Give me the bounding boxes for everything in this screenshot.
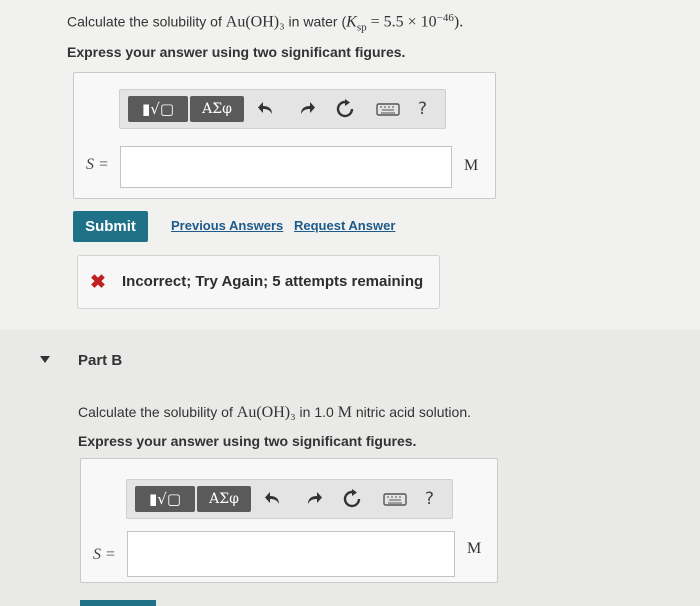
keyboard-icon[interactable] — [383, 489, 407, 509]
help-icon[interactable]: ? — [418, 99, 427, 119]
question-suffix: nitric acid solution. — [351, 404, 471, 420]
variable-label: S = — [86, 156, 109, 173]
ksp-symbol: K — [346, 13, 357, 31]
math-toolbar: ▮√▢ ΑΣφ ? — [119, 89, 446, 129]
submit-button[interactable]: Submit — [73, 211, 148, 242]
question-text-mid: in water ( — [284, 13, 347, 30]
previous-answers-link[interactable]: Previous Answers — [171, 218, 283, 233]
part-b-title[interactable]: Part B — [78, 352, 122, 369]
answer-input[interactable] — [127, 531, 455, 577]
collapse-caret-icon[interactable] — [40, 356, 50, 363]
redo-icon[interactable] — [303, 489, 323, 509]
question-text-mid: in 1.0 — [295, 404, 338, 420]
part-b-question: Calculate the solubility of Au(OH)₃ in 1… — [78, 404, 471, 422]
templates-button[interactable]: ▮√▢ — [128, 96, 188, 122]
compound-formula: Au(OH)₃ — [225, 13, 285, 31]
reset-icon[interactable] — [335, 99, 355, 119]
request-answer-link[interactable]: Request Answer — [294, 218, 395, 233]
math-toolbar: ▮√▢ ΑΣφ ? — [126, 479, 453, 519]
reset-icon[interactable] — [342, 489, 362, 509]
part-a-answer-box: ▮√▢ ΑΣφ ? S = M — [73, 72, 496, 199]
part-a-instruction: Express your answer using two significan… — [67, 44, 406, 60]
greek-symbols-button[interactable]: ΑΣφ — [190, 96, 244, 122]
part-b-submit-button-partial[interactable] — [80, 600, 156, 606]
question-text: Calculate the solubility of — [67, 13, 226, 30]
part-b-answer-box: ▮√▢ ΑΣφ ? S = M — [80, 458, 498, 583]
incorrect-icon: ✖ — [90, 272, 106, 293]
question-text: Calculate the solubility of — [78, 404, 237, 420]
help-icon[interactable]: ? — [425, 489, 434, 509]
feedback-text: Incorrect; Try Again; 5 attempts remaini… — [122, 273, 424, 290]
answer-input[interactable] — [120, 146, 452, 188]
ksp-value: = 5.5 × 10 — [366, 13, 437, 31]
undo-icon[interactable] — [264, 489, 284, 509]
concentration-unit: M — [337, 404, 352, 421]
templates-button[interactable]: ▮√▢ — [135, 486, 195, 512]
part-a-question: Calculate the solubility of Au(OH)₃ in w… — [67, 12, 463, 33]
undo-icon[interactable] — [257, 99, 277, 119]
unit-label: M — [464, 157, 479, 174]
unit-label: M — [467, 540, 482, 557]
redo-icon[interactable] — [296, 99, 316, 119]
keyboard-icon[interactable] — [376, 99, 400, 119]
ksp-exponent: −46 — [436, 12, 454, 24]
part-b-instruction: Express your answer using two significan… — [78, 433, 417, 449]
greek-symbols-button[interactable]: ΑΣφ — [197, 486, 251, 512]
ksp-subscript: sp — [356, 21, 367, 34]
variable-label: S = — [93, 546, 116, 563]
compound-formula: Au(OH)₃ — [236, 404, 296, 421]
feedback-box: ✖ Incorrect; Try Again; 5 attempts remai… — [77, 255, 440, 309]
question-suffix: ). — [453, 13, 464, 31]
